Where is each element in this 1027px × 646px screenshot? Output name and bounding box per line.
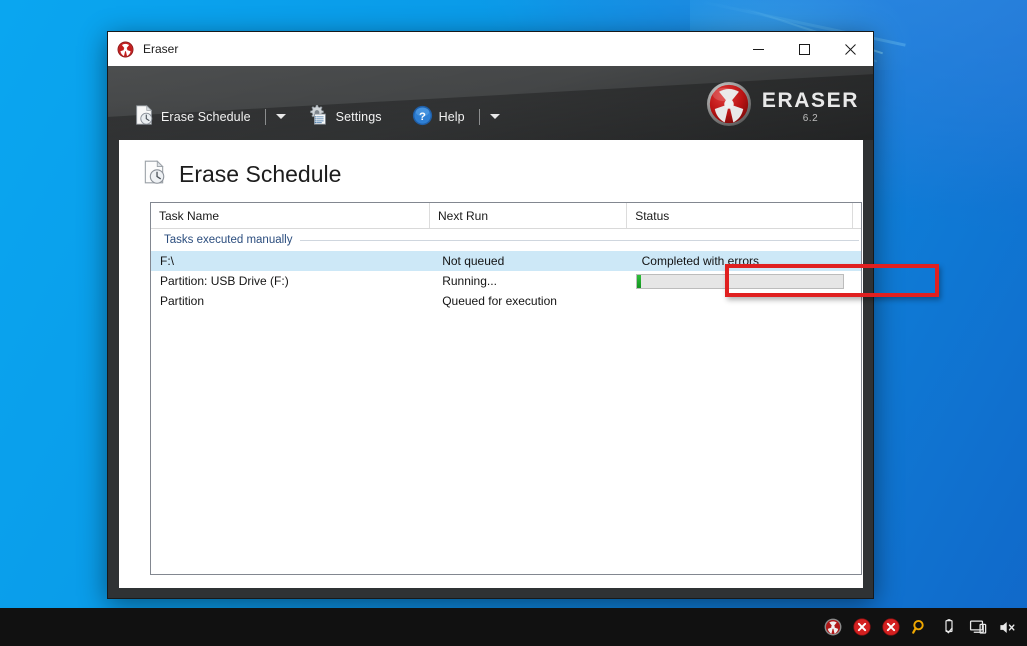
toolbar-button-erase-schedule[interactable]: Erase Schedule (128, 101, 256, 132)
usb-safely-remove-icon[interactable] (939, 617, 959, 637)
table-row[interactable]: Partition: USB Drive (F:) Running... (151, 271, 861, 291)
task-group-header: Tasks executed manually (151, 229, 861, 251)
cell-next-run: Running... (442, 274, 497, 288)
cell-next-run: Not queued (442, 254, 505, 268)
erase-schedule-dropdown-button[interactable] (273, 108, 291, 125)
search-magnifier-icon[interactable] (910, 617, 930, 637)
page-title: Erase Schedule (179, 160, 342, 187)
eraser-radiation-icon (117, 41, 134, 58)
toolbar-separator (478, 108, 480, 125)
window-title-text: Eraser (143, 42, 179, 56)
app-brand: ERASER 6.2 (706, 81, 859, 132)
task-group-rule (300, 239, 859, 241)
content-area: Erase Schedule Task Name Next Run Status… (119, 140, 863, 588)
toolbar-label-erase-schedule: Erase Schedule (161, 109, 251, 124)
toolbar-label-settings: Settings (335, 109, 382, 124)
desktop: Eraser Erase Schedule Settings ? Help ER… (0, 0, 1027, 646)
table-row[interactable]: Partition Queued for execution (151, 291, 861, 311)
toolbar-items: Erase Schedule Settings ? Help (128, 101, 505, 132)
cell-next-run: Queued for execution (442, 294, 557, 308)
cell-task-name: Partition (160, 294, 205, 308)
eraser-window: Eraser Erase Schedule Settings ? Help ER… (107, 31, 939, 599)
volume-muted-icon[interactable] (997, 617, 1017, 637)
column-header-status[interactable]: Status (627, 203, 853, 228)
cell-status (633, 291, 861, 311)
maximize-icon (798, 43, 810, 55)
eraser-tray-icon[interactable] (823, 617, 843, 637)
erase-schedule-page-icon (141, 159, 167, 190)
chevron-down-icon (489, 114, 500, 119)
page-header: Erase Schedule (119, 140, 863, 194)
brand-text: ERASER 6.2 (762, 90, 859, 124)
erase-schedule-icon (133, 104, 155, 129)
help-question-icon: ? (412, 105, 433, 129)
minimize-button[interactable] (735, 32, 781, 66)
cell-task-name: F:\ (160, 254, 174, 268)
window-controls (735, 32, 873, 66)
window-titlebar[interactable]: Eraser (108, 32, 873, 66)
cell-status: Completed with errors (641, 254, 760, 268)
column-header-task-name[interactable]: Task Name (151, 203, 430, 228)
table-row[interactable]: F:\ Not queued Completed with errors (151, 251, 861, 271)
settings-gear-icon (308, 104, 330, 129)
task-list-header: Task Name Next Run Status (151, 203, 861, 229)
cell-status-progress (633, 273, 861, 289)
network-icon[interactable] (968, 617, 988, 637)
brand-version: 6.2 (802, 112, 819, 124)
chevron-down-icon (275, 114, 286, 119)
cell-task-name: Partition: USB Drive (F:) (160, 274, 289, 288)
toolbar-button-settings[interactable]: Settings (303, 101, 387, 132)
error-badge-icon-2[interactable] (881, 617, 901, 637)
svg-text:?: ? (419, 110, 426, 122)
brand-name: ERASER (761, 88, 859, 112)
toolbar-button-help[interactable]: ? Help (407, 102, 470, 132)
task-group-label: Tasks executed manually (164, 234, 293, 246)
toolbar-separator (264, 108, 266, 125)
radiation-logo-icon (706, 81, 752, 132)
titlebar-left-group: Eraser (108, 41, 178, 58)
help-dropdown-button[interactable] (487, 108, 505, 125)
system-tray (823, 617, 1027, 637)
error-badge-icon[interactable] (852, 617, 872, 637)
column-header-next-run[interactable]: Next Run (430, 203, 628, 228)
progress-bar-fill (636, 274, 641, 288)
close-icon (844, 43, 856, 55)
column-header-filler (853, 203, 861, 228)
app-toolbar: Erase Schedule Settings ? Help ERASER 6.… (108, 66, 873, 140)
close-button[interactable] (827, 32, 873, 66)
maximize-button[interactable] (781, 32, 827, 66)
progress-bar (635, 273, 844, 289)
toolbar-label-help: Help (438, 109, 465, 124)
taskbar (0, 608, 1027, 646)
task-list[interactable]: Task Name Next Run Status Tasks executed… (150, 202, 862, 575)
minimize-icon (752, 48, 764, 50)
